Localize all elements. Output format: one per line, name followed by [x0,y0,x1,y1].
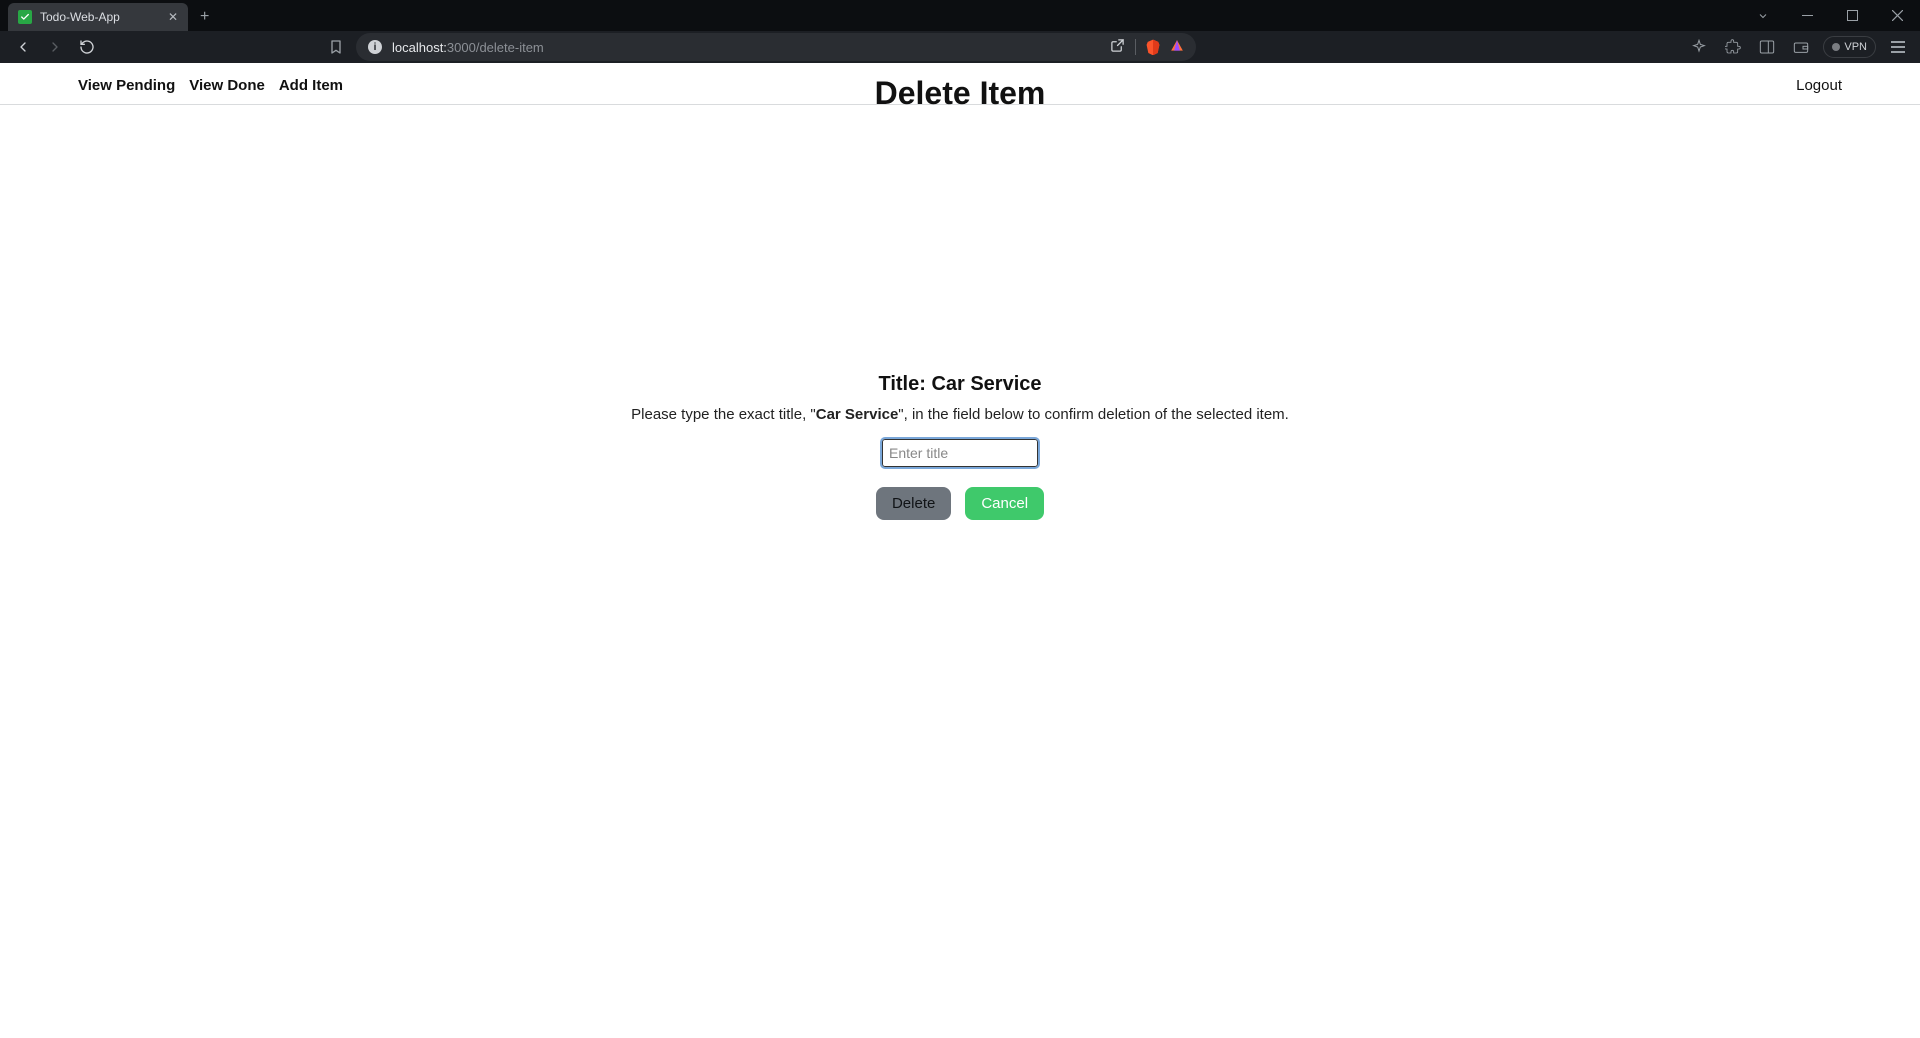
window-controls [1740,0,1920,31]
url-path: 3000/delete-item [447,40,544,55]
new-tab-button[interactable]: + [188,3,221,31]
reload-button[interactable] [74,34,100,60]
tabs-dropdown-icon[interactable] [1740,0,1785,31]
vpn-button[interactable]: VPN [1823,36,1876,58]
forward-button[interactable] [42,34,68,60]
delete-form: Title: Car Service Please type the exact… [0,373,1920,520]
confirm-title-input[interactable] [882,439,1038,467]
leo-ai-icon[interactable] [1687,35,1711,59]
sidebar-icon[interactable] [1755,35,1779,59]
omnibox-divider [1135,39,1136,55]
wallet-icon[interactable] [1789,35,1813,59]
url-host: localhost: [392,40,447,55]
window-minimize-icon[interactable] [1785,0,1830,31]
nav-left: View Pending View Done Add Item [78,77,343,94]
vpn-status-dot-icon [1832,43,1840,51]
page-title: Delete Item [875,75,1046,112]
address-bar[interactable]: i localhost:3000/delete-item [356,33,1196,61]
page-body: View Pending View Done Add Item Delete I… [0,63,1920,1038]
browser-toolbar: i localhost:3000/delete-item [0,31,1920,63]
tab-close-icon[interactable]: ✕ [168,10,178,24]
instruction-pre: Please type the exact title, " [631,406,816,423]
favicon-icon [18,10,32,24]
brave-rewards-icon[interactable] [1170,39,1184,55]
share-icon[interactable] [1110,38,1125,56]
nav-view-done[interactable]: View Done [189,77,265,94]
bookmark-icon[interactable] [323,34,349,60]
url-text: localhost:3000/delete-item [392,40,1100,55]
site-info-icon[interactable]: i [368,40,382,54]
item-title-name: Car Service [931,373,1041,395]
tab-strip: Todo-Web-App ✕ + [0,0,1920,31]
button-row: Delete Cancel [876,487,1044,520]
app-menu-icon[interactable] [1886,41,1910,53]
item-title-prefix: Title: [878,373,931,395]
app-header: View Pending View Done Add Item Delete I… [0,63,1920,105]
delete-button[interactable]: Delete [876,487,951,520]
window-close-icon[interactable] [1875,0,1920,31]
nav-add-item[interactable]: Add Item [279,77,343,94]
toolbar-right: VPN [1687,35,1910,59]
vpn-label: VPN [1844,41,1867,53]
cancel-button[interactable]: Cancel [965,487,1044,520]
brave-shields-icon[interactable] [1146,39,1160,55]
instruction-item-name: Car Service [816,406,899,423]
tab-title: Todo-Web-App [40,10,160,24]
window-maximize-icon[interactable] [1830,0,1875,31]
delete-instruction: Please type the exact title, "Car Servic… [631,406,1289,423]
browser-chrome: Todo-Web-App ✕ + [0,0,1920,63]
nav-view-pending[interactable]: View Pending [78,77,175,94]
extensions-icon[interactable] [1721,35,1745,59]
browser-tab-active[interactable]: Todo-Web-App ✕ [8,3,188,31]
logout-link[interactable]: Logout [1796,77,1842,94]
instruction-post: ", in the field below to confirm deletio… [898,406,1289,423]
item-title-heading: Title: Car Service [878,373,1041,396]
back-button[interactable] [10,34,36,60]
